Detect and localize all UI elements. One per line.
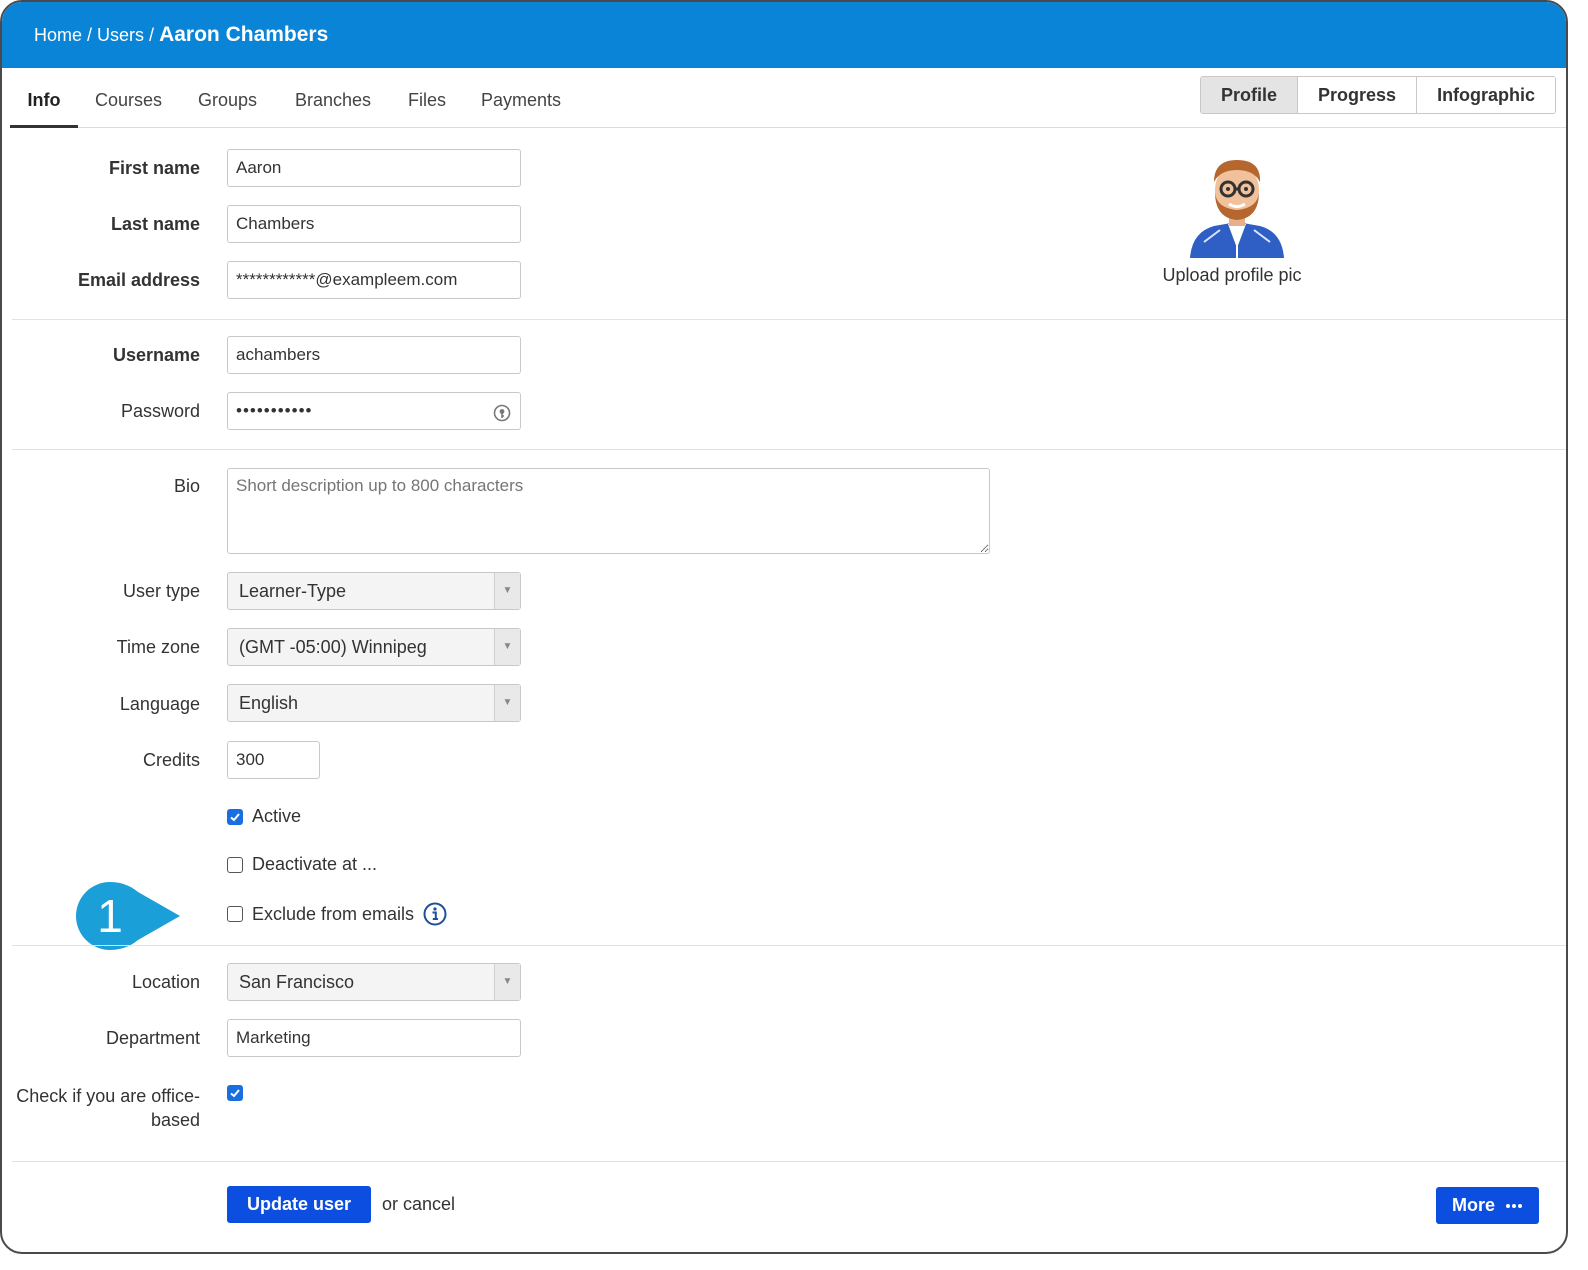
tab-files[interactable]: Files (408, 68, 446, 128)
chevron-down-icon: ▼ (494, 685, 520, 721)
deactivate-checkbox[interactable] (227, 856, 243, 873)
office-based-label: Check if you are office- based (2, 1084, 200, 1132)
password-value: ••••••••••• (236, 401, 313, 420)
office-based-label-line2: based (150, 1110, 200, 1130)
more-button[interactable]: More (1436, 1187, 1539, 1224)
bio-textarea[interactable] (227, 468, 990, 554)
infographic-view-button[interactable]: Infographic (1417, 77, 1556, 113)
section-divider (12, 449, 1566, 450)
tab-courses[interactable]: Courses (95, 68, 162, 128)
breadcrumb-current-user: Aaron Chambers (159, 23, 329, 46)
credits-label: Credits (142, 750, 200, 770)
tab-info[interactable]: Info (10, 68, 78, 128)
section-divider (12, 319, 1566, 320)
tab-branches[interactable]: Branches (295, 68, 371, 128)
last-name-input[interactable]: Chambers (227, 205, 521, 243)
active-checkbox[interactable] (227, 808, 243, 825)
office-based-label-line1: Check if you are office- (16, 1086, 200, 1106)
time-zone-select[interactable]: (GMT -05:00) Winnipeg ▼ (227, 628, 521, 666)
exclude-emails-checkbox-row[interactable]: Exclude from emails (227, 902, 447, 926)
progress-view-button[interactable]: Progress (1298, 77, 1418, 113)
time-zone-value: (GMT -05:00) Winnipeg (239, 637, 427, 657)
section-divider (12, 945, 1566, 946)
deactivate-checkbox-row[interactable]: Deactivate at ... (227, 854, 377, 875)
language-value: English (239, 693, 299, 713)
username-label: Username (112, 345, 200, 365)
password-label: Password (120, 401, 200, 421)
user-type-label: User type (122, 581, 200, 601)
location-select[interactable]: San Francisco ▼ (227, 963, 521, 1001)
time-zone-label: Time zone (116, 637, 200, 657)
tab-payments[interactable]: Payments (481, 68, 561, 128)
update-user-button[interactable]: Update user (227, 1186, 371, 1223)
breadcrumb-users[interactable]: Users (97, 25, 144, 46)
user-type-select[interactable]: Learner-Type ▼ (227, 572, 521, 610)
avatar[interactable] (1184, 152, 1290, 258)
first-name-input[interactable]: Aaron (227, 149, 521, 187)
user-type-value: Learner-Type (239, 581, 347, 601)
department-input[interactable]: Marketing (227, 1019, 521, 1057)
avatar-illustration (1190, 160, 1284, 258)
info-icon[interactable] (423, 902, 447, 926)
cancel-link[interactable]: or cancel (382, 1194, 455, 1215)
callout-badge: 1 (76, 882, 186, 950)
active-checkbox-row[interactable]: Active (227, 806, 301, 827)
breadcrumb-separator: / (149, 24, 155, 45)
breadcrumb-separator: / (87, 24, 93, 45)
email-input[interactable]: ************@exampleem.com (227, 261, 521, 299)
office-based-checkbox[interactable] (227, 1085, 243, 1101)
location-label: Location (131, 972, 200, 992)
chevron-down-icon: ▼ (494, 573, 520, 609)
location-value: San Francisco (239, 972, 355, 992)
tab-groups[interactable]: Groups (198, 68, 257, 128)
view-toggle: Profile Progress Infographic (1200, 76, 1557, 114)
chevron-down-icon: ▼ (494, 629, 520, 665)
breadcrumb-home[interactable]: Home (34, 25, 82, 46)
username-input[interactable]: achambers (227, 336, 521, 374)
password-key-icon[interactable] (492, 401, 512, 437)
breadcrumb: Home / Users / Aaron Chambers (2, 2, 1566, 68)
language-select[interactable]: English ▼ (227, 684, 521, 722)
exclude-emails-checkbox[interactable] (227, 906, 243, 922)
department-label: Department (105, 1028, 200, 1048)
more-button-label: More (1451, 1195, 1495, 1215)
first-name-label: First name (108, 158, 200, 178)
active-label: Active (252, 806, 302, 826)
language-label: Language (119, 694, 200, 714)
credits-input[interactable]: 300 (227, 741, 320, 779)
profile-view-button[interactable]: Profile (1201, 77, 1299, 113)
callout-number: 1 (97, 890, 123, 942)
more-dots-icon (1505, 1203, 1523, 1209)
deactivate-label: Deactivate at ... (252, 854, 378, 874)
section-divider (12, 1161, 1566, 1162)
exclude-emails-label: Exclude from emails (252, 903, 415, 924)
bio-label: Bio (173, 476, 200, 496)
chevron-down-icon: ▼ (494, 964, 520, 1000)
password-input[interactable]: ••••••••••• (227, 392, 521, 430)
office-based-checkbox-row[interactable] (227, 1085, 252, 1101)
email-label: Email address (77, 270, 200, 290)
last-name-label: Last name (110, 214, 200, 234)
app-window: Home / Users / Aaron Chambers Info Cours… (0, 0, 1568, 1254)
upload-profile-pic-link[interactable]: Upload profile pic (1152, 265, 1312, 286)
